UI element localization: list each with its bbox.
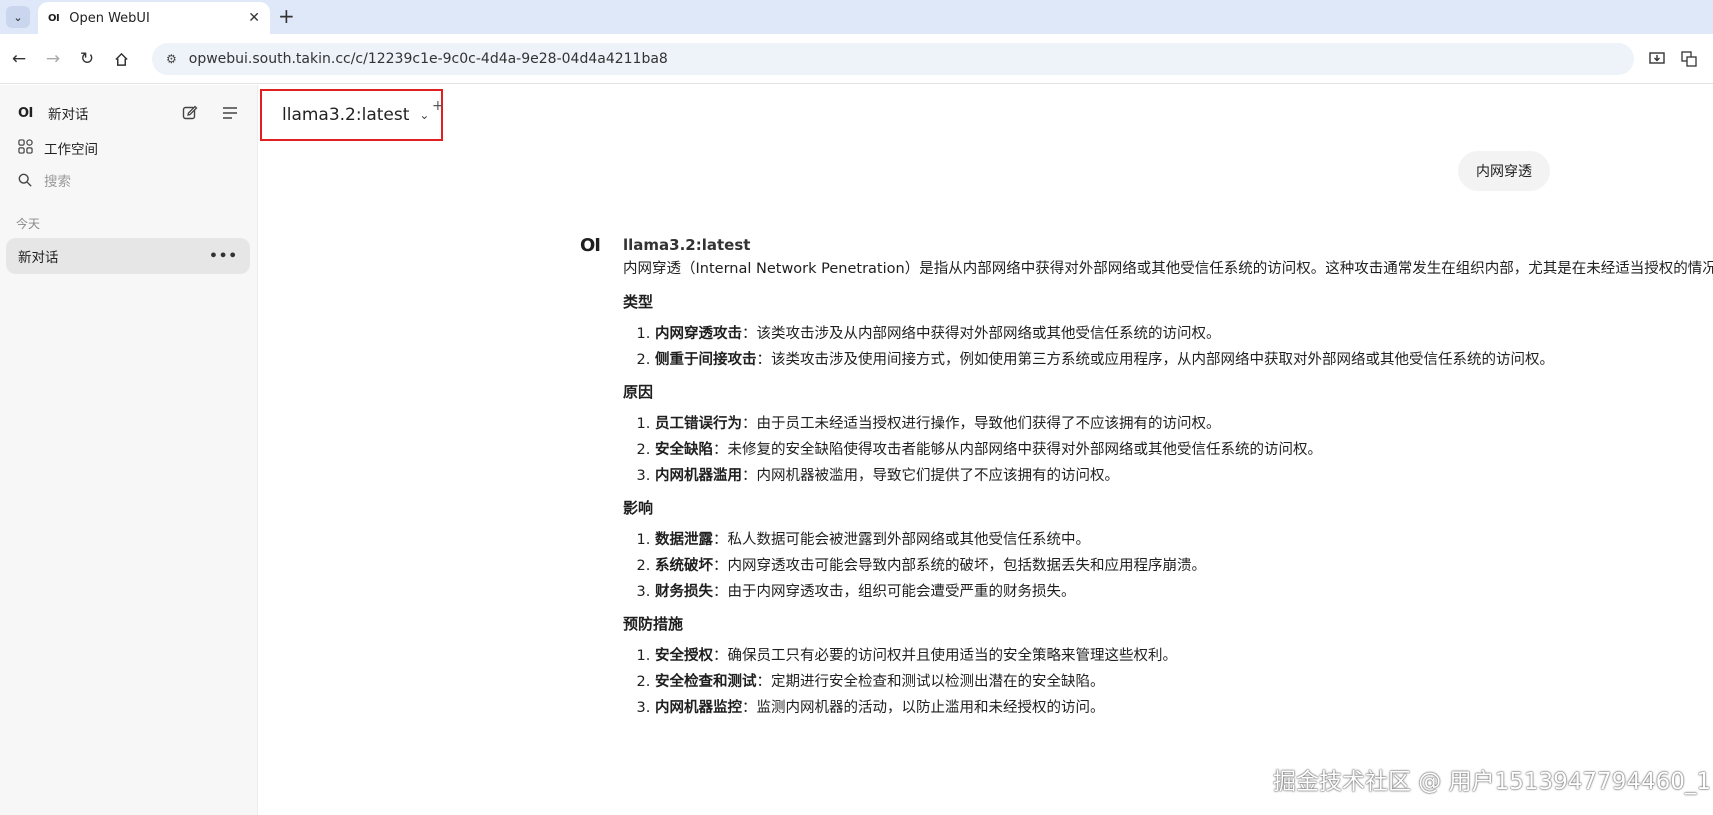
list-item: 侧重于间接攻击：该类攻击涉及使用间接方式，例如使用第三方系统或应用程序，从内部网… [655, 347, 1713, 373]
section-list: 数据泄露：私人数据可能会被泄露到外部网络或其他受信任系统中。 系统破坏：内网穿透… [623, 527, 1713, 605]
chevron-down-icon: ⌄ [13, 10, 23, 24]
section-list: 员工错误行为：由于员工未经适当授权进行操作，导致他们获得了不应该拥有的访问权。 … [623, 411, 1713, 489]
install-icon[interactable] [1645, 47, 1669, 71]
forward-icon[interactable]: → [40, 46, 66, 72]
site-info-icon[interactable]: ⚙ [166, 52, 177, 66]
assistant-intro: 内网穿透（Internal Network Penetration）是指从内部网… [623, 261, 1713, 277]
translate-icon[interactable] [1677, 47, 1701, 71]
list-item: 内网机器监控：监测内网机器的活动，以防止滥用和未经授权的访问。 [655, 695, 1713, 721]
assistant-message: llama3.2:latest 内网穿透（Internal Network Pe… [623, 234, 1713, 725]
plus-icon[interactable]: + [278, 4, 295, 28]
list-item: 内网机器滥用：内网机器被滥用，导致它们提供了不应该拥有的访问权。 [655, 463, 1713, 489]
list-item: 安全检查和测试：定期进行安全检查和测试以检测出潜在的安全缺陷。 [655, 669, 1713, 695]
search-icon [18, 173, 44, 191]
chat-list-item[interactable]: 新对话 ••• [6, 238, 250, 274]
back-icon[interactable]: ← [6, 46, 32, 72]
section-heading: 预防措施 [623, 615, 684, 633]
section-heading: 类型 [623, 293, 654, 311]
close-icon[interactable]: ✕ [248, 10, 260, 26]
workspace-label: 工作空间 [44, 142, 98, 158]
new-chat-label: 新对话 [48, 107, 89, 123]
list-item: 内网穿透攻击：该类攻击涉及从内部网络中获得对外部网络或其他受信任系统的访问权。 [655, 321, 1713, 347]
browser-tab-strip: ⌄ OI Open WebUI ✕ + [0, 0, 1713, 34]
add-model-icon[interactable]: + [432, 98, 444, 114]
chat-title: 新对话 [18, 250, 59, 266]
url-text: opwebui.south.takin.cc/c/12239c1e-9c0c-4… [188, 51, 668, 67]
watermark: 掘金技术社区 @ 用户1513947794460_1 [1273, 769, 1711, 795]
workspace-icon [18, 138, 44, 158]
tab-favicon: OI [48, 12, 60, 24]
section-heading: 原因 [623, 383, 654, 401]
list-item: 系统破坏：内网穿透攻击可能会导致内部系统的破坏，包括数据丢失和应用程序崩溃。 [655, 553, 1713, 579]
app-logo: OI [18, 105, 33, 121]
list-item: 安全授权：确保员工只有必要的访问权并且使用适当的安全策略来管理这些权利。 [655, 643, 1713, 669]
address-bar[interactable]: ⚙ opwebui.south.takin.cc/c/12239c1e-9c0c… [152, 43, 1634, 75]
reload-icon[interactable]: ↻ [74, 46, 100, 72]
sidebar: OI 新对话 工作空间 今天 新对话 ••• [0, 85, 258, 815]
chevron-down-icon: ⌄ [419, 108, 430, 122]
assistant-model-name: llama3.2:latest [623, 236, 751, 254]
tab-search-button[interactable]: ⌄ [6, 6, 30, 28]
model-selector[interactable]: llama3.2:latest ⌄ [260, 89, 443, 141]
home-icon[interactable] [108, 46, 134, 72]
list-item: 财务损失：由于内网穿透攻击，组织可能会遭受严重的财务损失。 [655, 579, 1713, 605]
section-list: 安全授权：确保员工只有必要的访问权并且使用适当的安全策略来管理这些权利。 安全检… [623, 643, 1713, 721]
section-list: 内网穿透攻击：该类攻击涉及从内部网络中获得对外部网络或其他受信任系统的访问权。 … [623, 321, 1713, 373]
list-item: 数据泄露：私人数据可能会被泄露到外部网络或其他受信任系统中。 [655, 527, 1713, 553]
workspace-link[interactable]: 工作空间 [18, 138, 98, 158]
new-chat-button[interactable]: OI 新对话 [18, 103, 89, 124]
section-today: 今天 [16, 217, 41, 231]
more-icon[interactable]: ••• [209, 248, 238, 264]
list-item: 安全缺陷：未修复的安全缺陷使得攻击者能够从内部网络中获得对外部网络或其他受信任系… [655, 437, 1713, 463]
list-item: 员工错误行为：由于员工未经适当授权进行操作，导致他们获得了不应该拥有的访问权。 [655, 411, 1713, 437]
section-heading: 影响 [623, 499, 654, 517]
menu-icon[interactable] [219, 102, 241, 124]
sidebar-search [18, 173, 214, 191]
user-message: 内网穿透 [1458, 151, 1550, 191]
assistant-avatar: OI [580, 235, 601, 256]
browser-tab[interactable]: OI Open WebUI ✕ [38, 2, 270, 34]
edit-icon[interactable] [179, 102, 201, 124]
chat-main: llama3.2:latest ⌄ + 内网穿透 OI llama3.2:lat… [258, 85, 1713, 815]
browser-toolbar: ← → ↻ ⚙ opwebui.south.takin.cc/c/12239c1… [0, 34, 1713, 84]
model-name: llama3.2:latest [282, 105, 410, 125]
search-input[interactable] [44, 174, 214, 190]
tab-title: Open WebUI [69, 10, 150, 26]
